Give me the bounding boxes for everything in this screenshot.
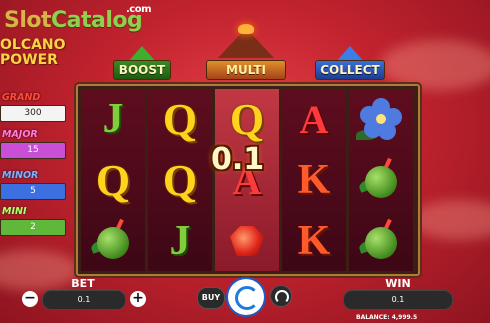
reel-column-1: J Q: [81, 89, 145, 271]
autoplay-icon: [275, 290, 289, 304]
jackpot-minor-label: MINOR: [2, 170, 39, 181]
reel-cell: [215, 211, 279, 271]
bet-decrease-button[interactable]: −: [22, 291, 38, 307]
reel-cell: Q: [148, 150, 212, 210]
win-value-field: 0.1: [343, 290, 453, 310]
win-label: WIN: [385, 277, 411, 290]
bet-label: BET: [71, 277, 95, 290]
reel-cell: J: [148, 211, 212, 271]
jackpot-mini-value: 2: [0, 219, 66, 236]
jackpot-major-value: 15: [0, 142, 66, 159]
reel-cell: [349, 89, 413, 149]
jackpot-minor: MINOR 5: [0, 170, 66, 200]
symbol-k: K: [297, 157, 331, 203]
coconut-drink-icon: [357, 218, 403, 263]
lava-icon: [238, 24, 254, 34]
reel-column-2: Q Q J: [148, 89, 212, 271]
balance-text: BALANCE: 4,999.5: [356, 314, 418, 321]
jackpot-major: MAJOR 15: [0, 129, 66, 159]
symbol-k: K: [297, 218, 331, 264]
symbol-a: A: [299, 96, 329, 142]
jackpot-mini-label: MINI: [2, 206, 27, 217]
reel-column-3: Q A: [215, 89, 279, 271]
spin-button[interactable]: [228, 279, 264, 315]
reel-column-5: [349, 89, 413, 271]
watermark-slot-text: Slot: [4, 8, 52, 33]
jackpot-minor-value: 5: [0, 183, 66, 200]
boost-label: BOOST: [113, 60, 171, 80]
jackpot-grand-label: GRAND: [2, 92, 41, 103]
symbol-j: J: [102, 96, 124, 142]
ruby-gem-icon: [230, 226, 264, 256]
spin-icon: [235, 286, 259, 310]
collect-feature-badge: COLLECT: [315, 46, 385, 80]
reel-frame: J Q Q Q J Q A A K K: [76, 84, 420, 276]
watermark-dotcom-text: .com: [126, 4, 152, 15]
jackpot-grand-value: 300: [0, 105, 66, 122]
cloud-decoration: [410, 200, 490, 240]
reel-column-4: A K K: [282, 89, 346, 271]
reel-cell: J: [81, 89, 145, 149]
jackpot-grand: GRAND 300: [0, 92, 66, 122]
reel-cell: [349, 211, 413, 271]
win-amount-overlay: 0.1: [211, 142, 265, 177]
jackpot-major-label: MAJOR: [2, 129, 38, 140]
reel-cell: A: [282, 89, 346, 149]
reel-cell: [349, 150, 413, 210]
game-title-line2: POWER: [0, 52, 58, 68]
multi-label: MULTI: [206, 60, 286, 80]
reel-cell: [81, 211, 145, 271]
game-title-logo: OLCANO POWER: [0, 38, 72, 68]
game-title-line1: OLCANO: [0, 37, 66, 53]
cloud-decoration: [380, 40, 490, 90]
collect-label: COLLECT: [315, 60, 385, 80]
symbol-q: Q: [162, 155, 198, 205]
multi-feature-badge: MULTI: [206, 24, 286, 80]
boost-feature-badge: BOOST: [113, 46, 171, 80]
reel-cell: Q: [215, 89, 279, 149]
autoplay-button[interactable]: [270, 285, 292, 307]
coconut-drink-icon: [89, 218, 135, 263]
jackpot-mini: MINI 2: [0, 206, 66, 236]
bet-value-field: 0.1: [42, 290, 126, 310]
reel-cell: Q: [81, 150, 145, 210]
slotcatalog-watermark: SlotCatalog .com: [4, 4, 152, 33]
hibiscus-icon: [356, 96, 404, 142]
symbol-q: Q: [229, 94, 265, 144]
reel-cell: K: [282, 211, 346, 271]
buy-feature-button[interactable]: BUY: [197, 287, 225, 309]
symbol-q: Q: [95, 155, 131, 205]
reel-cell: K: [282, 150, 346, 210]
coconut-drink-icon: [357, 157, 403, 202]
bet-increase-button[interactable]: +: [130, 291, 146, 307]
symbol-j: J: [169, 218, 191, 264]
reel-cell: Q: [148, 89, 212, 149]
symbol-q: Q: [162, 94, 198, 144]
